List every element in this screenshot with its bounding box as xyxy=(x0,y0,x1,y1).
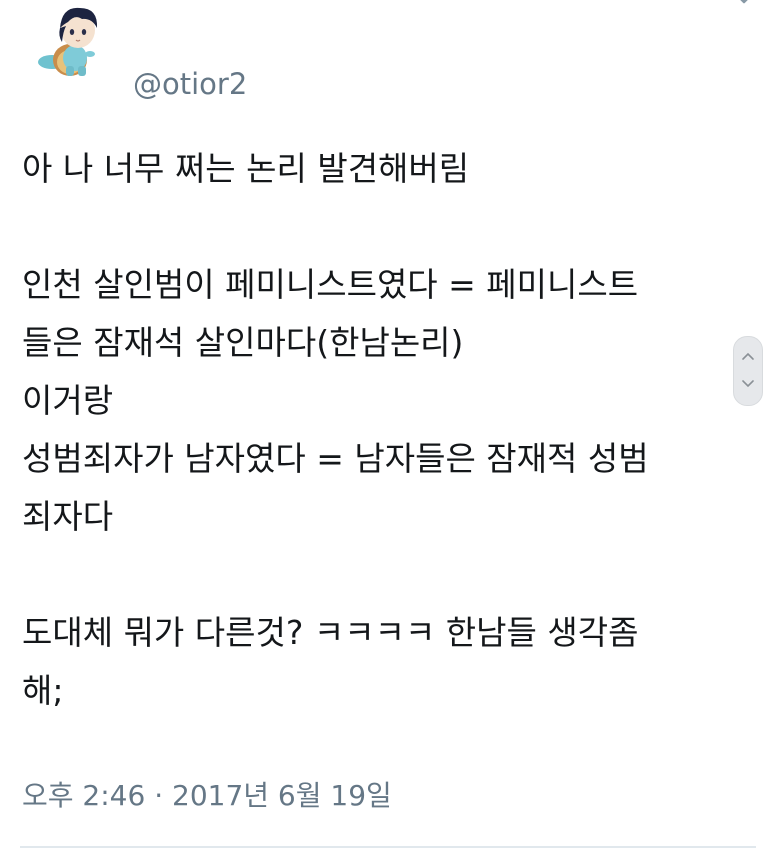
scroll-handle[interactable] xyxy=(733,336,763,406)
tweet-paragraph: 도대체 뭐가 다른것? ㅋㅋㅋㅋ 한남들 생각좀 해; xyxy=(22,604,757,720)
tweet-paragraph: 인천 살인범이 페미니스트였다 = 페미니스트 들은 잠재석 살인마다(한남논리… xyxy=(22,256,757,546)
divider xyxy=(20,846,756,848)
tweet-line: 아 나 너무 쩌는 논리 발견해버림 xyxy=(22,149,470,188)
tweet-line: 도대체 뭐가 다른것? ㅋㅋㅋㅋ 한남들 생각좀 xyxy=(22,613,639,652)
chevron-up-icon xyxy=(742,352,754,360)
tweet-text: 아 나 너무 쩌는 논리 발견해버림 인천 살인범이 페미니스트였다 = 페미니… xyxy=(22,140,757,720)
tweet-timestamp[interactable]: 오후 2:46 · 2017년 6월 19일 xyxy=(22,776,392,816)
tweet-line: 들은 잠재석 살인마다(한남논리) xyxy=(22,323,464,362)
tweet-line: 죄자다 xyxy=(22,497,114,536)
tweet-paragraph: 아 나 너무 쩌는 논리 발견해버림 xyxy=(22,140,757,198)
tweet-line: 이거랑 xyxy=(22,381,114,420)
tweet-card: @otior2 아 나 너무 쩌는 논리 발견해버림 인천 살인범이 페미니스트… xyxy=(0,0,776,850)
tweet-line: 성범죄자가 남자였다 = 남자들은 잠재적 성범 xyxy=(22,439,649,478)
tweet-line: 인천 살인범이 페미니스트였다 = 페미니스트 xyxy=(22,265,639,304)
character-avatar-icon[interactable] xyxy=(20,0,120,80)
chevron-down-icon xyxy=(742,380,754,388)
tweet-line: 해; xyxy=(22,671,64,710)
chevron-down-icon[interactable] xyxy=(732,0,756,8)
user-handle[interactable]: @otior2 xyxy=(133,64,247,104)
